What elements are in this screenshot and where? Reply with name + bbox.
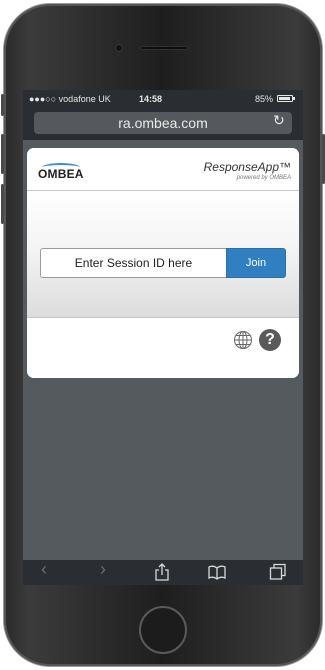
- response-app-card: OMBEA ResponseApp™ powered by OMBEA Join…: [27, 148, 299, 378]
- carrier-label: ●●●○○ vodafone UK: [29, 94, 111, 104]
- back-arrow-icon[interactable]: ‹: [41, 560, 47, 578]
- address-bar[interactable]: ra.ombea.com: [34, 112, 292, 134]
- forward-arrow-icon[interactable]: ›: [100, 560, 106, 578]
- app-title: ResponseApp™: [203, 160, 291, 174]
- help-icon[interactable]: ?: [259, 329, 281, 351]
- battery-percent: 85%: [255, 94, 274, 104]
- app-footer: ?: [27, 318, 299, 378]
- session-entry-panel: Join: [27, 191, 299, 318]
- join-button[interactable]: Join: [226, 248, 286, 278]
- session-id-input[interactable]: [40, 248, 226, 278]
- tabs-icon[interactable]: [269, 563, 287, 581]
- phone-screen: ●●●○○ vodafone UK 14:58 85% ra.ombea.com…: [23, 90, 303, 585]
- share-icon[interactable]: [154, 563, 170, 581]
- battery-icon: [277, 95, 295, 102]
- globe-icon[interactable]: [233, 330, 253, 350]
- mute-switch: [1, 94, 4, 116]
- bookmarks-icon[interactable]: [207, 565, 227, 580]
- ombea-logo: OMBEA: [38, 163, 90, 183]
- browser-toolbar: ‹ ›: [23, 560, 303, 585]
- volume-down-button: [1, 184, 4, 224]
- logo-text: OMBEA: [38, 167, 84, 181]
- earpiece-speaker: [140, 46, 188, 50]
- status-bar: ●●●○○ vodafone UK 14:58 85%: [23, 90, 303, 108]
- home-button[interactable]: [139, 606, 187, 654]
- volume-up-button: [1, 134, 4, 174]
- front-camera: [115, 44, 123, 52]
- browser-address-area: ra.ombea.com: [23, 108, 303, 140]
- app-subtitle: powered by OMBEA: [236, 175, 291, 181]
- clock: 14:58: [139, 94, 163, 104]
- app-header: OMBEA ResponseApp™ powered by OMBEA: [27, 148, 299, 191]
- reload-icon[interactable]: ↻: [273, 113, 285, 127]
